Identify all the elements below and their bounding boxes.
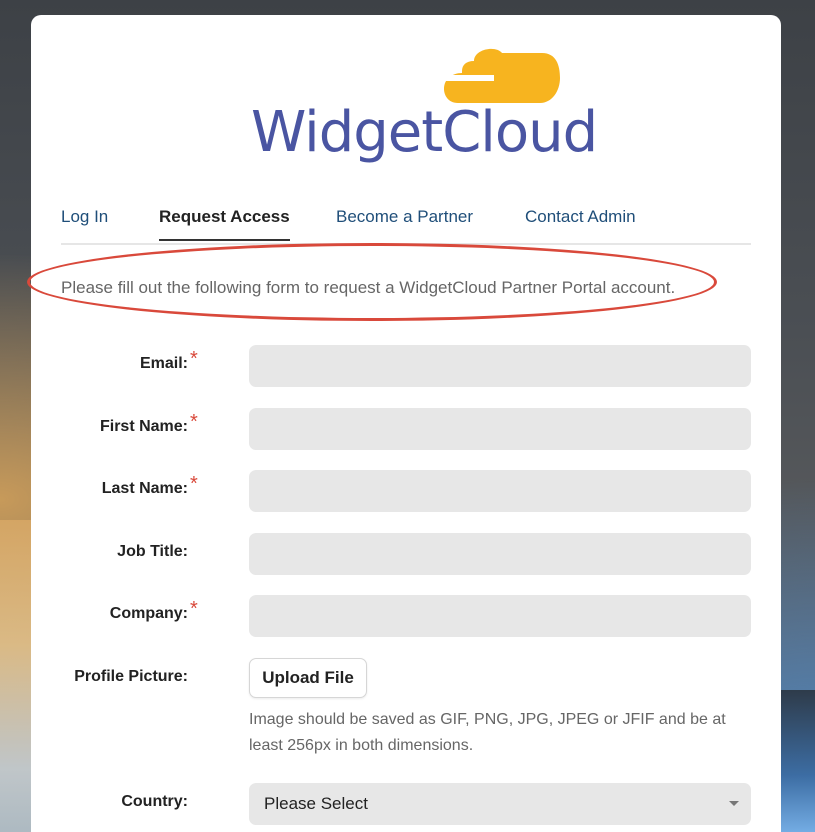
tab-request-access[interactable]: Request Access	[159, 207, 290, 241]
background-glow-left	[0, 520, 32, 832]
country-selected-value: Please Select	[264, 794, 368, 813]
email-field[interactable]	[249, 345, 751, 387]
tab-contact-admin[interactable]: Contact Admin	[525, 207, 636, 239]
job-title-field[interactable]	[249, 533, 751, 575]
widgetcloud-logo: WidgetCloud	[251, 45, 598, 175]
request-access-card: WidgetCloud Log In Request Access Become…	[27, 15, 781, 832]
email-row: Email: *	[31, 345, 781, 387]
company-row: Company: *	[31, 595, 781, 637]
job-title-label: Job Title:	[117, 543, 188, 560]
auth-tabs: Log In Request Access Become a Partner C…	[61, 203, 751, 245]
country-label: Country:	[121, 793, 188, 810]
cloud-logo-icon	[444, 48, 560, 103]
required-indicator: *	[190, 348, 198, 370]
profile-picture-label: Profile Picture:	[74, 668, 188, 685]
background-glow-right	[779, 690, 815, 832]
job-title-row: Job Title:	[31, 533, 781, 575]
required-indicator: *	[190, 598, 198, 620]
tab-log-in[interactable]: Log In	[61, 207, 108, 239]
first-name-field[interactable]	[249, 408, 751, 450]
last-name-field[interactable]	[249, 470, 751, 512]
last-name-label: Last Name:	[101, 480, 188, 497]
company-label: Company:	[109, 605, 188, 622]
last-name-row: Last Name: *	[31, 470, 781, 512]
upload-file-button[interactable]: Upload File	[249, 658, 367, 698]
form-intro-text: Please fill out the following form to re…	[61, 278, 676, 297]
caret-down-icon	[729, 801, 739, 806]
first-name-row: First Name: *	[31, 408, 781, 450]
required-indicator: *	[190, 473, 198, 495]
upload-hint-text: Image should be saved as GIF, PNG, JPG, …	[249, 711, 726, 754]
company-field[interactable]	[249, 595, 751, 637]
country-select[interactable]: Please Select	[249, 783, 751, 825]
tab-become-a-partner[interactable]: Become a Partner	[336, 207, 473, 239]
first-name-label: First Name:	[99, 418, 188, 435]
email-label: Email:	[139, 355, 188, 372]
brand-wordmark: WidgetCloud	[251, 100, 598, 165]
profile-picture-row: Profile Picture:	[31, 658, 781, 700]
required-indicator: *	[190, 411, 198, 433]
